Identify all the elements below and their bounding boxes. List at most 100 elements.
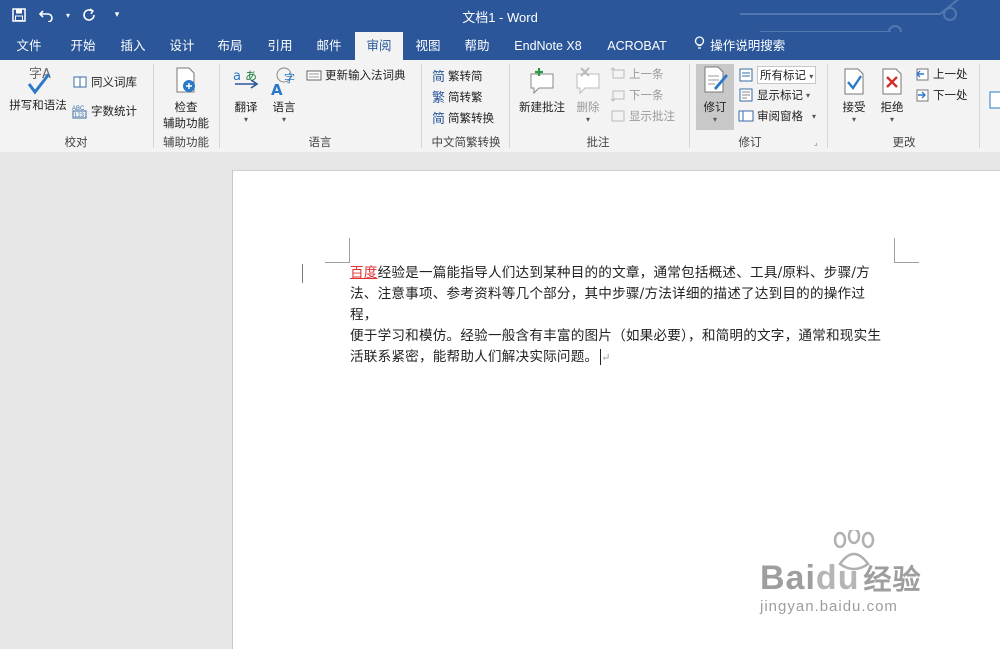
previous-comment-button[interactable]: 上一条 (610, 66, 664, 82)
tab-references[interactable]: 引用 (256, 32, 304, 60)
group-changes-label: 更改 (892, 137, 916, 149)
translate-button[interactable]: a あ 翻译 ▾ (226, 66, 266, 124)
baidu-jingyan-watermark: Baidu 经验 jingyan.baidu.com (760, 530, 922, 615)
lightbulb-icon (693, 32, 707, 60)
accept-icon (844, 68, 864, 95)
separator (827, 64, 828, 148)
show-comments-label: 显示批注 (629, 111, 675, 123)
reviewing-pane-icon (738, 110, 754, 122)
thesaurus-label: 同义词库 (91, 77, 137, 89)
delete-comment-button[interactable]: 删除 ▾ (570, 66, 606, 124)
previous-change-button[interactable]: 上一处 (914, 66, 968, 82)
update-ime-dictionary-button[interactable]: 更新输入法词典 (306, 67, 406, 83)
chevron-down-icon: ▾ (851, 115, 856, 124)
change-bar (302, 264, 303, 283)
chinese-conversion-button[interactable]: 简 简繁转换 (432, 108, 494, 127)
reviewing-pane-label: 审阅窗格 (757, 111, 803, 123)
show-markup-label: 显示标记 (757, 90, 803, 102)
chevron-down-icon: ▾ (889, 115, 894, 124)
delete-comment-icon (576, 67, 600, 95)
chevron-down-icon: ▾ (812, 111, 817, 121)
new-comment-button[interactable]: 新建批注 (516, 66, 568, 115)
svg-text:123: 123 (74, 113, 85, 119)
chevron-down-icon: ▾ (281, 115, 286, 124)
crop-mark-top-right (894, 238, 919, 263)
reject-button[interactable]: 拒绝 ▾ (874, 66, 910, 124)
language-label: 语言 (272, 102, 296, 114)
crop-mark-top-left (325, 238, 350, 263)
word-count-label: 字数统计 (91, 106, 137, 118)
track-changes-button[interactable]: 修订 ▾ (696, 64, 734, 130)
compare-button-partial[interactable] (986, 90, 1000, 110)
reviewing-pane-button[interactable]: 审阅窗格 ▾ (738, 108, 816, 124)
separator (979, 64, 980, 148)
chevron-down-icon: ▾ (585, 115, 590, 124)
document-paragraph[interactable]: 百度经验是一篇能指导人们达到某种目的的文章，通常包括概述、工具/原料、步骤/方 … (350, 263, 890, 368)
tab-help[interactable]: 帮助 (454, 32, 500, 60)
tab-home[interactable]: 开始 (60, 32, 106, 60)
to-simplified-label: 繁转简 (448, 70, 483, 83)
book-icon (73, 76, 87, 88)
chevron-down-icon: ▾ (806, 90, 811, 100)
keyboard-icon (306, 70, 322, 81)
watermark-url: jingyan.baidu.com (760, 598, 898, 615)
next-comment-button[interactable]: 下一条 (610, 87, 664, 103)
update-ime-label: 更新输入法词典 (325, 70, 406, 82)
show-comments-button[interactable]: 显示批注 (610, 108, 675, 124)
watermark-brand-2: du (815, 559, 860, 597)
track-changes-label: 修订 (703, 102, 727, 114)
markup-select[interactable]: 所有标记 ▾ (757, 66, 817, 84)
delete-label: 删除 (576, 102, 600, 114)
track-changes-icon (704, 66, 728, 93)
group-chinese-conversion-label: 中文简繁转换 (431, 137, 501, 149)
group-proofing-label: 校对 (64, 137, 88, 149)
markup-display-dropdown[interactable]: 所有标记 ▾ (738, 66, 817, 84)
language-button[interactable]: A 字 语言 ▾ (266, 66, 302, 124)
word-count-button[interactable]: ABC 123 字数统计 (72, 103, 137, 119)
tab-review[interactable]: 审阅 (355, 32, 403, 60)
line-1-text: 经验是一篇能指导人们达到某种目的的文章，通常包括概述、工具/原料、步骤/方 (377, 265, 870, 281)
previous-change-label: 上一处 (933, 69, 968, 81)
paragraph-line-3: 便于学习和模仿。经验一般含有丰富的图片（如果必要），和简明的文字，通常和现实生 (350, 328, 882, 344)
tab-mailings[interactable]: 邮件 (306, 32, 352, 60)
ribbon-review: 字A 拼写和语法 同义词库 ABC 123 字数统计 校对 检查 辅助功能 辅助功… (0, 60, 1000, 153)
tell-me-label: 操作说明搜索 (710, 39, 786, 53)
line-4-text: 活联系紧密，能帮助人们解决实际问题。 (350, 349, 599, 365)
accept-button[interactable]: 接受 ▾ (834, 66, 874, 124)
simplified-icon: 简 (432, 69, 446, 84)
next-change-button[interactable]: 下一处 (914, 87, 968, 103)
tracking-options-launcher-icon[interactable]: ⌟ (814, 138, 818, 147)
tab-endnote[interactable]: EndNote X8 (504, 32, 592, 60)
next-comment-label: 下一条 (629, 90, 664, 102)
markup-icon (739, 68, 753, 82)
tab-insert[interactable]: 插入 (110, 32, 156, 60)
paragraph-line-4: 活联系紧密，能帮助人们解决实际问题。 ↵ (350, 347, 890, 368)
tab-layout[interactable]: 布局 (208, 32, 252, 60)
to-traditional-label: 简转繁 (448, 91, 483, 104)
language-icon: A 字 (271, 67, 295, 99)
next-change-label: 下一处 (933, 90, 968, 102)
translate-icon: a あ (233, 69, 259, 89)
group-tracking-label: 修订 (738, 137, 762, 149)
show-markup-button[interactable]: 显示标记 ▾ (738, 87, 810, 103)
check-accessibility-button[interactable]: 检查 辅助功能 (158, 66, 214, 131)
tab-file[interactable]: 文件 (8, 32, 50, 60)
previous-comment-icon (610, 67, 625, 79)
separator (689, 64, 690, 148)
simplified-to-traditional-button[interactable]: 繁 简转繁 (432, 87, 483, 106)
ribbon-tabs: 文件 开始 插入 设计 布局 引用 邮件 审阅 视图 帮助 EndNote X8… (0, 32, 1000, 60)
watermark-suffix: 经验 (863, 564, 922, 595)
tab-view[interactable]: 视图 (405, 32, 451, 60)
traditional-to-simplified-button[interactable]: 简 繁转简 (432, 66, 483, 85)
spelling-grammar-button[interactable]: 字A 拼写和语法 (6, 64, 70, 113)
separator (421, 64, 422, 148)
thesaurus-button[interactable]: 同义词库 (72, 74, 137, 90)
group-language-label: 语言 (308, 137, 332, 149)
conversion-icon: 简 (432, 111, 446, 126)
svg-text:字: 字 (284, 71, 295, 85)
tell-me-search[interactable]: 操作说明搜索 (684, 32, 794, 60)
spelling-label: 拼写和语法 (9, 100, 67, 112)
tab-acrobat[interactable]: ACROBAT (598, 32, 676, 60)
chevron-down-icon: ▾ (809, 72, 814, 81)
tab-design[interactable]: 设计 (160, 32, 204, 60)
